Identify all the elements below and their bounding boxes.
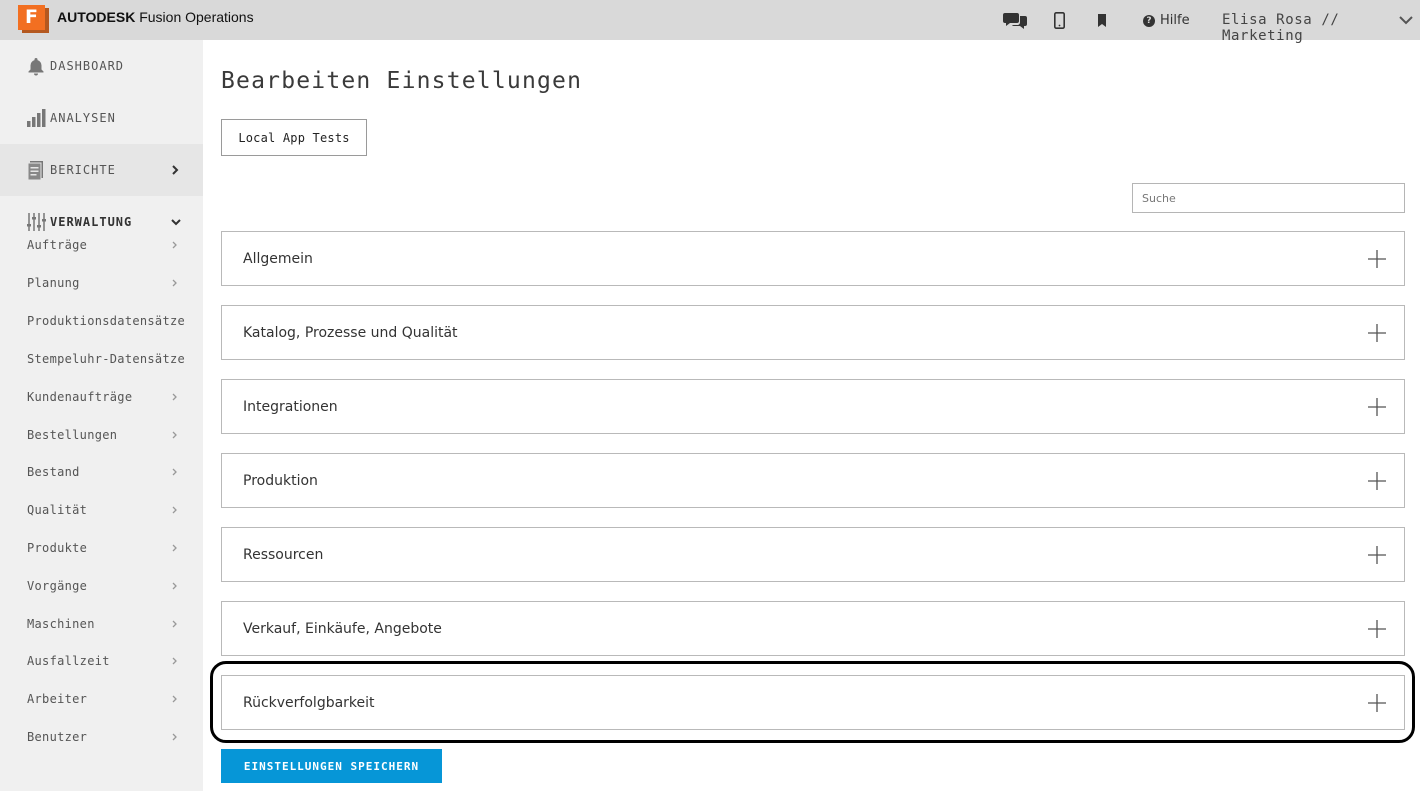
user-menu[interactable]: Elisa Rosa // Marketing xyxy=(1222,12,1420,44)
settings-panel-label: Produktion xyxy=(243,472,318,489)
sidebar-item-label: BERICHTE xyxy=(50,163,116,177)
sidebar-subitem-label: Bestand xyxy=(27,465,80,479)
sidebar-subitem-label: Vorgänge xyxy=(27,579,88,593)
sidebar-subitem-label: Produktionsdatensätze xyxy=(27,314,186,328)
report-icon xyxy=(27,161,43,180)
sidebar-subitem-label: Qualität xyxy=(27,503,88,517)
chevron-right-icon xyxy=(172,506,177,514)
chat-icon[interactable] xyxy=(1003,10,1027,30)
bar-chart-icon xyxy=(27,109,46,127)
bookmark-icon[interactable] xyxy=(1096,10,1108,30)
sidebar-subitem-label: Benutzer xyxy=(27,730,88,744)
chevron-right-icon xyxy=(172,733,177,741)
settings-panel[interactable]: Allgemein xyxy=(221,231,1405,286)
logo-letter: F xyxy=(18,5,45,30)
mobile-icon[interactable] xyxy=(1053,10,1065,30)
save-settings-button[interactable]: EINSTELLUNGEN SPEICHERN xyxy=(221,749,442,783)
brand-product: Fusion Operations xyxy=(139,9,254,25)
sidebar-subitem[interactable]: Produkte xyxy=(0,529,203,567)
sidebar-subitem-label: Aufträge xyxy=(27,238,88,252)
top-bar: F AUTODESK Fusion Operations ? Hilfe Eli… xyxy=(0,0,1420,44)
expand-plus-icon[interactable] xyxy=(1367,249,1387,269)
settings-panel[interactable]: Ressourcen xyxy=(221,527,1405,582)
chevron-right-icon xyxy=(172,241,177,249)
bell-icon xyxy=(28,58,44,76)
settings-panel-label: Ressourcen xyxy=(243,546,324,563)
sidebar-subitem[interactable]: Arbeiter xyxy=(0,680,203,718)
chevron-right-icon xyxy=(172,468,177,476)
expand-plus-icon[interactable] xyxy=(1367,471,1387,491)
sidebar-subitem-label: Maschinen xyxy=(27,617,95,631)
sidebar-subitem-label: Arbeiter xyxy=(27,692,88,706)
sidebar-subitem[interactable]: Qualität xyxy=(0,491,203,529)
sidebar-subitem[interactable]: Benutzer xyxy=(0,718,203,756)
expand-plus-icon[interactable] xyxy=(1367,545,1387,565)
chevron-right-icon xyxy=(172,582,177,590)
settings-panel-label: Rückverfolgbarkeit xyxy=(243,694,375,711)
sidebar-subitem-label: Ausfallzeit xyxy=(27,654,110,668)
settings-panel[interactable]: Katalog, Prozesse und Qualität xyxy=(221,305,1405,360)
sidebar-subitem-label: Stempeluhr-Datensätze xyxy=(27,352,186,366)
sidebar-item-berichte[interactable]: BERICHTE xyxy=(0,144,203,196)
sidebar-subitem[interactable]: Aufträge xyxy=(0,226,203,264)
local-app-tests-button[interactable]: Local App Tests xyxy=(221,119,367,156)
settings-panel[interactable]: Rückverfolgbarkeit xyxy=(221,675,1405,730)
sidebar-subitem[interactable]: Bestellungen xyxy=(0,416,203,454)
sidebar-subitem[interactable]: Bestand xyxy=(0,453,203,491)
help-label: Hilfe xyxy=(1160,13,1190,28)
sidebar-subitem[interactable]: Planung xyxy=(0,264,203,302)
sidebar-item-analysen[interactable]: ANALYSEN xyxy=(0,92,203,144)
sidebar-subitem[interactable]: Vorgänge xyxy=(0,567,203,605)
help-icon: ? xyxy=(1143,14,1155,27)
help-link[interactable]: ? Hilfe xyxy=(1143,13,1190,28)
chevron-right-icon xyxy=(172,695,177,703)
settings-panel[interactable]: Produktion xyxy=(221,453,1405,508)
sidebar-item-label: DASHBOARD xyxy=(50,59,125,73)
sidebar-subitem[interactable]: Produktionsdatensätze xyxy=(0,302,203,340)
sidebar-subitem-label: Bestellungen xyxy=(27,428,118,442)
sidebar-subitem-label: Planung xyxy=(27,276,80,290)
fusion-logo[interactable]: F xyxy=(18,5,49,33)
chevron-right-icon xyxy=(172,165,179,175)
chevron-right-icon xyxy=(172,431,177,439)
chevron-right-icon xyxy=(172,544,177,552)
settings-panel-label: Allgemein xyxy=(243,250,313,267)
sidebar-item-dashboard[interactable]: DASHBOARD xyxy=(0,40,203,92)
sidebar: DASHBOARD ANALYSEN BERICHTE VERWALTUNG A… xyxy=(0,40,203,791)
sidebar-subitem[interactable]: Maschinen xyxy=(0,605,203,643)
chevron-right-icon xyxy=(172,393,177,401)
sidebar-subitem[interactable]: Kundenaufträge xyxy=(0,378,203,416)
brand-name: AUTODESK Fusion Operations xyxy=(57,9,254,25)
sidebar-subitem[interactable]: Ausfallzeit xyxy=(0,642,203,680)
settings-panel-label: Verkauf, Einkäufe, Angebote xyxy=(243,620,442,637)
page-title: Bearbeiten Einstellungen xyxy=(221,68,583,94)
expand-plus-icon[interactable] xyxy=(1367,693,1387,713)
settings-panel[interactable]: Integrationen xyxy=(221,379,1405,434)
expand-plus-icon[interactable] xyxy=(1367,323,1387,343)
brand-bold: AUTODESK xyxy=(57,9,136,25)
chevron-right-icon xyxy=(172,279,177,287)
sidebar-subitem[interactable]: Stempeluhr-Datensätze xyxy=(0,340,203,378)
sidebar-item-label: ANALYSEN xyxy=(50,111,116,125)
chevron-down-icon[interactable] xyxy=(1398,13,1414,27)
settings-panel-label: Katalog, Prozesse und Qualität xyxy=(243,324,458,341)
settings-panel-label: Integrationen xyxy=(243,398,338,415)
settings-panel[interactable]: Verkauf, Einkäufe, Angebote xyxy=(221,601,1405,656)
sidebar-subitem-label: Produkte xyxy=(27,541,88,555)
chevron-right-icon xyxy=(172,657,177,665)
expand-plus-icon[interactable] xyxy=(1367,619,1387,639)
search-input[interactable] xyxy=(1132,183,1405,213)
sidebar-subitem-label: Kundenaufträge xyxy=(27,390,133,404)
chevron-right-icon xyxy=(172,620,177,628)
expand-plus-icon[interactable] xyxy=(1367,397,1387,417)
